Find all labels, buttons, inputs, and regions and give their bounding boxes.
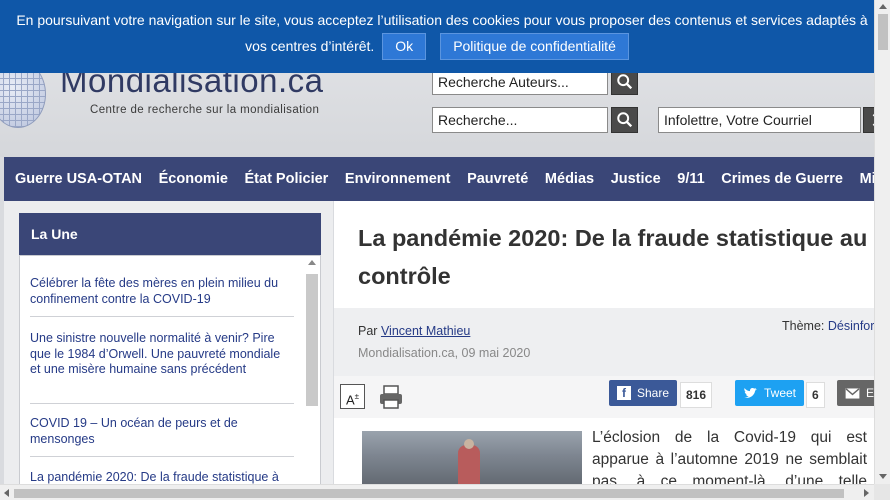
article-toolbar: A± f Share 816 Tweet 6 Email	[334, 376, 874, 418]
newsletter-submit-button[interactable]	[863, 107, 874, 133]
main-nav: Guerre USA-OTAN Économie État Policier E…	[4, 157, 874, 201]
cookie-message: En poursuivant votre navigation sur le s…	[16, 12, 868, 28]
figure-head	[464, 439, 474, 449]
nav-item-economie[interactable]: Économie	[150, 171, 236, 187]
article-image	[362, 431, 582, 484]
nav-item-guerre[interactable]: Guerre USA-OTAN	[4, 171, 150, 187]
cookie-message-continued: vos centres d’intérêt.	[245, 38, 375, 54]
article-theme: Thème: Désinformation médiatique	[782, 319, 874, 333]
facebook-share-label: Share	[637, 386, 670, 400]
list-item[interactable]: La pandémie 2020: De la fraude statistiq…	[30, 470, 294, 484]
cookie-banner: En poursuivant votre navigation sur le s…	[0, 0, 874, 73]
facebook-share-count: 816	[680, 382, 713, 408]
email-icon	[845, 387, 860, 399]
nav-item-pauvrete[interactable]: Pauvreté	[459, 171, 537, 187]
byline: Par Vincent Mathieu	[358, 324, 470, 338]
search-icon	[616, 74, 632, 90]
nav-item-militarisation[interactable]: Militarisation	[851, 171, 874, 187]
article-meta: Par Vincent Mathieu Mondialisation.ca, 0…	[334, 308, 874, 376]
article-title: La pandémie 2020: De la fraude statistiq…	[358, 225, 868, 289]
newsletter-email-input[interactable]: Infolettre, Votre Courriel	[658, 107, 861, 133]
divider	[30, 403, 294, 404]
print-icon[interactable]	[378, 384, 404, 410]
theme-label: Thème:	[782, 319, 825, 333]
scroll-up-icon[interactable]	[879, 4, 887, 9]
theme-link[interactable]: Désinformation médiatique	[828, 319, 874, 333]
page: Mondialisation.ca Centre de recherche su…	[0, 0, 874, 484]
article-body: L’éclosion de la Covid-19 qui est apparu…	[592, 429, 867, 484]
list-item[interactable]: Une sinistre nouvelle normalité à venir?…	[30, 331, 294, 378]
article: La pandémie 2020: De la fraude statistiq…	[334, 201, 874, 484]
nav-item-911[interactable]: 9/11	[669, 171, 713, 187]
author-link[interactable]: Vincent Mathieu	[381, 324, 470, 338]
twitter-share-button[interactable]: Tweet	[735, 380, 805, 406]
scroll-left-icon[interactable]	[4, 489, 9, 497]
scroll-up-icon[interactable]	[308, 260, 316, 265]
divider	[30, 316, 294, 317]
figure-in-red	[458, 445, 480, 484]
sidebar: La Une Célébrer la fête des mères en ple…	[4, 201, 333, 484]
twitter-icon	[744, 387, 757, 398]
search-button[interactable]	[611, 107, 638, 133]
horizontal-scrollbar[interactable]	[0, 484, 874, 500]
scroll-right-icon[interactable]	[864, 489, 869, 497]
cookie-ok-button[interactable]: Ok	[382, 33, 427, 60]
facebook-share-button[interactable]: f Share	[609, 380, 678, 406]
twitter-share-count: 6	[806, 382, 825, 408]
vertical-scrollbar[interactable]	[874, 0, 890, 484]
facebook-icon: f	[617, 386, 631, 400]
search-input[interactable]: Recherche...	[432, 107, 608, 133]
by-label: Par	[358, 324, 378, 338]
list-item[interactable]: COVID 19 – Un océan de peurs et de menso…	[30, 416, 294, 447]
divider	[30, 456, 294, 457]
vertical-scroll-thumb[interactable]	[878, 14, 888, 50]
nav-item-etat-policier[interactable]: État Policier	[236, 171, 336, 187]
scroll-down-icon[interactable]	[879, 474, 887, 479]
font-size-button[interactable]: A±	[340, 384, 365, 409]
article-source-date: Mondialisation.ca, 09 mai 2020	[358, 346, 531, 360]
nav-item-medias[interactable]: Médias	[537, 171, 603, 187]
la-une-list: Célébrer la fête des mères en plein mili…	[19, 255, 321, 484]
search-icon	[616, 112, 632, 128]
email-share-button[interactable]: Email	[837, 380, 874, 406]
la-une-scrollbar[interactable]	[306, 260, 318, 410]
font-size-icon: A	[345, 392, 355, 408]
nav-item-environnement[interactable]: Environnement	[337, 171, 459, 187]
twitter-share-label: Tweet	[764, 386, 797, 400]
list-item[interactable]: Célébrer la fête des mères en plein mili…	[30, 276, 294, 307]
horizontal-scroll-thumb[interactable]	[14, 489, 844, 498]
scrollbar-corner	[874, 484, 890, 500]
nav-item-justice[interactable]: Justice	[602, 171, 669, 187]
email-share-label: Email	[866, 386, 874, 400]
privacy-policy-button[interactable]: Politique de confidentialité	[440, 33, 629, 60]
site-tagline: Centre de recherche sur la mondialisatio…	[90, 104, 320, 116]
nav-item-crimes-de-guerre[interactable]: Crimes de Guerre	[713, 171, 851, 187]
scroll-thumb[interactable]	[306, 274, 318, 406]
la-une-heading: La Une	[19, 213, 321, 255]
